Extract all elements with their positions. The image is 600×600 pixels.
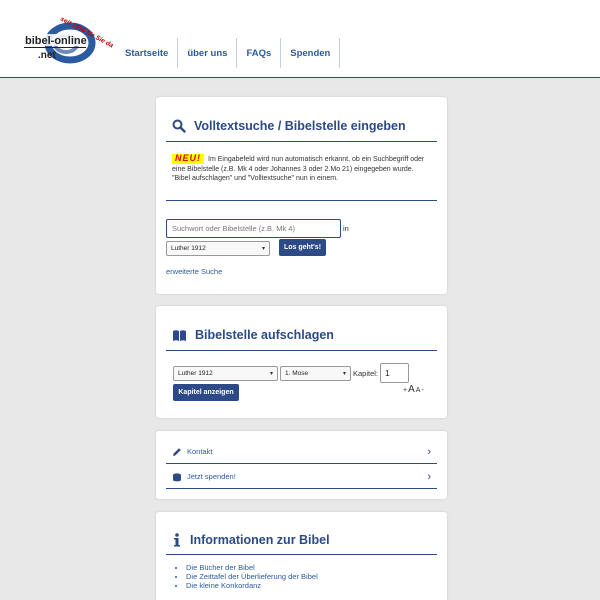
- search-icon: [172, 119, 186, 133]
- divider: [166, 200, 437, 201]
- new-badge: NEU!: [172, 153, 204, 164]
- nav-item-ueber-uns[interactable]: über uns: [178, 38, 238, 68]
- donate-link-label: Jetzt spenden!: [187, 472, 236, 481]
- notice-text: Im Eingabefeld wird nun automatisch erka…: [172, 156, 425, 182]
- search-submit-button[interactable]: Los geht's!: [279, 239, 326, 256]
- font-increase-button[interactable]: +: [403, 387, 407, 394]
- search-translation-select[interactable]: Luther 1912 ▾: [166, 241, 270, 256]
- chevron-down-icon: ▾: [342, 371, 346, 377]
- info-link-concordance[interactable]: Die kleine Konkordanz: [186, 581, 318, 590]
- info-link-books[interactable]: Die Bücher der Bibel: [186, 563, 318, 572]
- main-nav: Startseite über uns FAQs Spenden: [116, 38, 341, 68]
- coins-icon: [173, 472, 181, 481]
- chapter-label: Kapitel:: [353, 369, 379, 378]
- open-translation-select[interactable]: Luther 1912 ▾: [173, 366, 278, 381]
- font-large-icon[interactable]: A: [408, 384, 415, 395]
- nav-item-spenden[interactable]: Spenden: [281, 38, 341, 68]
- quick-links-card: Kontakt › Jetzt spenden! ›: [156, 431, 447, 499]
- chevron-right-icon: ›: [427, 470, 431, 483]
- info-icon: [174, 533, 180, 547]
- nav-item-startseite[interactable]: Startseite: [116, 38, 179, 68]
- divider: [166, 554, 437, 555]
- contact-link-label: Kontakt: [187, 447, 213, 456]
- contact-link[interactable]: Kontakt ›: [166, 440, 437, 464]
- info-card-title: Informationen zur Bibel: [172, 533, 330, 547]
- fulltext-search-card: Volltextsuche / Bibelstelle eingeben NEU…: [156, 97, 447, 294]
- search-translation-value: Luther 1912: [171, 245, 206, 252]
- font-decrease-button[interactable]: -: [421, 387, 423, 394]
- in-label: in: [343, 224, 349, 233]
- logo-wordmark: bibel-online: [25, 35, 87, 47]
- font-small-icon[interactable]: A: [416, 387, 421, 394]
- font-size-controls: + A A -: [403, 384, 424, 395]
- chevron-down-icon: ▾: [261, 246, 265, 252]
- search-card-title-text: Volltextsuche / Bibelstelle eingeben: [194, 119, 406, 133]
- info-card-title-text: Informationen zur Bibel: [190, 533, 330, 547]
- open-book-icon: [173, 329, 186, 341]
- nav-item-faqs[interactable]: FAQs: [237, 38, 282, 68]
- chevron-down-icon: ▾: [269, 371, 273, 377]
- pencil-icon: [173, 447, 181, 456]
- info-link-list: Die Bücher der Bibel Die Zeittafel der Ü…: [178, 563, 318, 590]
- open-card-title: Bibelstelle aufschlagen: [172, 328, 334, 342]
- open-passage-card: Bibelstelle aufschlagen Luther 1912 ▾ 1.…: [156, 306, 447, 418]
- book-value: 1. Mose: [285, 370, 309, 377]
- book-select[interactable]: 1. Mose ▾: [280, 366, 351, 381]
- divider: [166, 141, 437, 142]
- open-translation-value: Luther 1912: [178, 370, 213, 377]
- info-link-timeline[interactable]: Die Zeittafel der Überlieferung der Bibe…: [186, 572, 318, 581]
- advanced-search-link[interactable]: erweiterte Suche: [166, 267, 222, 276]
- open-card-title-text: Bibelstelle aufschlagen: [195, 328, 334, 342]
- site-header: bibel-online .net seit 1996 für Sie da S…: [0, 0, 600, 78]
- chapter-input[interactable]: 1: [380, 363, 409, 383]
- site-logo[interactable]: bibel-online .net seit 1996 für Sie da: [20, 10, 120, 70]
- donate-link[interactable]: Jetzt spenden! ›: [166, 465, 437, 489]
- bible-info-card: Informationen zur Bibel Die Bücher der B…: [156, 512, 447, 600]
- divider: [166, 350, 437, 351]
- search-input[interactable]: [166, 219, 341, 238]
- new-feature-notice: NEU! Im Eingabefeld wird nun automatisch …: [172, 153, 432, 184]
- search-card-title: Volltextsuche / Bibelstelle eingeben: [172, 119, 406, 133]
- show-chapter-button[interactable]: Kapitel anzeigen: [173, 384, 239, 401]
- logo-domain: .net: [38, 50, 56, 61]
- chevron-right-icon: ›: [427, 445, 431, 458]
